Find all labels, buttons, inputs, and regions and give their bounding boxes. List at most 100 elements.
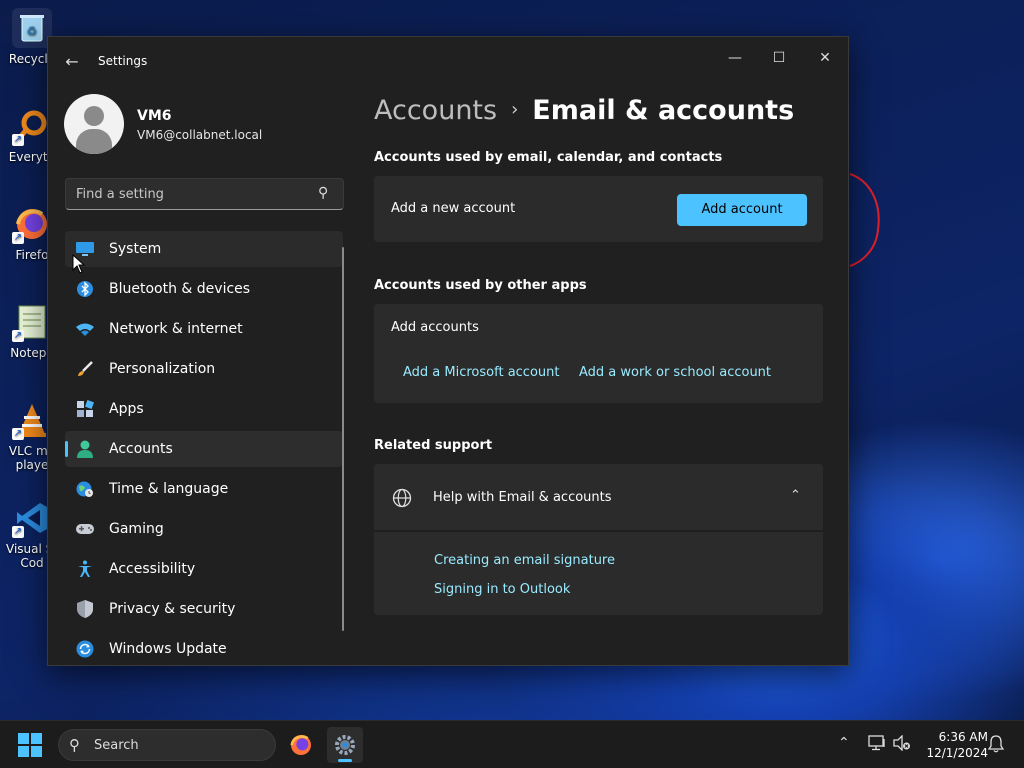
ethernet-monitor-icon (868, 735, 885, 751)
gamepad-icon (75, 519, 95, 539)
nav-item-label: Bluetooth & devices (109, 281, 251, 297)
notifications-button[interactable] (987, 735, 1005, 757)
nav-item-system[interactable]: System (65, 231, 343, 267)
add-microsoft-account-link[interactable]: Add a Microsoft account (403, 365, 559, 380)
nav-item-label: Apps (109, 401, 144, 417)
bluetooth-icon (75, 279, 95, 299)
start-button[interactable] (18, 733, 44, 759)
add-accounts-label: Add accounts (391, 320, 479, 335)
everything-search-icon: ↗ (12, 106, 52, 146)
nav-item-label: Accessibility (109, 561, 196, 577)
windows-logo-icon (31, 733, 42, 744)
taskbar-app-firefox[interactable] (283, 727, 319, 763)
vlc-icon: ↗ (12, 400, 52, 440)
shortcut-arrow-icon: ↗ (12, 330, 24, 342)
brush-icon (75, 359, 95, 379)
nav-item-label: Time & language (109, 481, 229, 497)
creating-email-signature-link[interactable]: Creating an email signature (434, 553, 615, 568)
nav-item-accessibility[interactable]: Accessibility (65, 551, 343, 587)
nav-scrollbar[interactable] (342, 247, 344, 631)
vscode-icon: ↗ (12, 498, 52, 538)
windows-logo-icon (31, 746, 42, 757)
nav-item-label: Network & internet (109, 321, 243, 337)
breadcrumb-parent-link[interactable]: Accounts (374, 95, 497, 126)
nav-item-gaming[interactable]: Gaming (65, 511, 343, 547)
maximize-button[interactable]: ☐ (756, 43, 802, 75)
nav-item-windows-update[interactable]: Windows Update (65, 631, 343, 665)
nav-item-personalization[interactable]: Personalization (65, 351, 343, 387)
add-work-school-account-link[interactable]: Add a work or school account (579, 365, 771, 380)
taskbar: ⚲ Search ⌃ 6:36 AM 12/1/2024 (0, 720, 1024, 768)
section-title-email: Accounts used by email, calendar, and co… (374, 150, 723, 165)
chevron-right-icon: › (511, 99, 519, 120)
add-new-account-label: Add a new account (391, 201, 516, 216)
title-bar[interactable]: ← Settings — ☐ ✕ (48, 37, 848, 85)
avatar-body-shape (76, 129, 112, 154)
nav-item-network[interactable]: Network & internet (65, 311, 343, 347)
section-title-other-apps: Accounts used by other apps (374, 278, 587, 293)
add-account-button[interactable]: Add account (677, 194, 807, 226)
accessibility-icon (75, 559, 95, 579)
search-icon: ⚲ (69, 736, 80, 754)
taskbar-search[interactable]: ⚲ Search (58, 729, 276, 761)
avatar[interactable] (64, 94, 124, 154)
chevron-up-icon[interactable]: ⌃ (790, 488, 801, 503)
shortcut-arrow-icon: ↗ (12, 428, 24, 440)
breadcrumb: Accounts › Email & accounts (374, 95, 794, 126)
card-help-email-accounts: Help with Email & accounts ⌃ Creating an… (374, 464, 823, 615)
windows-logo-icon (18, 733, 29, 744)
apps-icon (75, 399, 95, 419)
shortcut-arrow-icon: ↗ (12, 526, 24, 538)
nav-item-label: Windows Update (109, 641, 227, 657)
wifi-icon (75, 319, 95, 339)
user-name: VM6 (137, 108, 172, 124)
taskbar-search-label: Search (94, 738, 139, 753)
back-button[interactable]: ← (62, 53, 82, 73)
volume-tray-icon[interactable] (893, 734, 911, 755)
nav-item-bluetooth[interactable]: Bluetooth & devices (65, 271, 343, 307)
arrow-left-icon: ← (65, 52, 79, 71)
settings-nav: System Bluetooth & devices Network & int… (65, 231, 343, 665)
settings-window: ← Settings — ☐ ✕ VM6 VM6@collabnet.local… (47, 36, 849, 666)
recycle-bin-icon: ♻ (12, 8, 52, 48)
firefox-icon (290, 735, 311, 755)
avatar-head-shape (84, 106, 104, 126)
close-button[interactable]: ✕ (802, 43, 848, 75)
card-add-new-account: Add a new account Add account (374, 176, 823, 242)
accounts-icon (75, 439, 95, 459)
user-email: VM6@collabnet.local (137, 128, 263, 142)
taskbar-app-settings[interactable] (327, 727, 363, 763)
nav-item-accounts[interactable]: Accounts (65, 431, 343, 467)
nav-item-time-language[interactable]: Time & language (65, 471, 343, 507)
svg-text:♻: ♻ (27, 24, 38, 38)
show-hidden-icons-button[interactable]: ⌃ (838, 735, 850, 751)
notepad-icon: ↗ (12, 302, 52, 342)
active-app-indicator (338, 759, 352, 762)
nav-item-privacy-security[interactable]: Privacy & security (65, 591, 343, 627)
update-icon (75, 639, 95, 659)
minimize-button[interactable]: — (712, 43, 758, 75)
search-icon[interactable]: ⚲ (318, 185, 328, 201)
nav-item-label: Gaming (109, 521, 164, 537)
red-annotation-stroke (849, 173, 880, 267)
chevron-up-icon: ⌃ (838, 735, 850, 751)
nav-item-label: System (109, 241, 162, 257)
window-title: Settings (98, 54, 148, 68)
help-title: Help with Email & accounts (433, 490, 612, 505)
gear-icon (335, 735, 355, 755)
taskbar-clock[interactable]: 6:36 AM 12/1/2024 (918, 729, 988, 761)
shortcut-arrow-icon: ↗ (12, 134, 24, 146)
help-expander-header[interactable]: Help with Email & accounts ⌃ (374, 464, 823, 530)
windows-logo-icon (18, 746, 29, 757)
shield-icon (75, 599, 95, 619)
network-tray-icon[interactable] (868, 735, 886, 755)
page-title: Email & accounts (532, 95, 795, 126)
signing-in-outlook-link[interactable]: Signing in to Outlook (434, 582, 570, 597)
find-setting-input[interactable] (65, 178, 344, 210)
nav-item-label: Personalization (109, 361, 216, 377)
speaker-muted-icon (893, 734, 910, 752)
nav-item-apps[interactable]: Apps (65, 391, 343, 427)
nav-item-label: Privacy & security (109, 601, 236, 617)
clock-time: 6:36 AM (938, 730, 988, 744)
firefox-icon: ↗ (12, 204, 52, 244)
